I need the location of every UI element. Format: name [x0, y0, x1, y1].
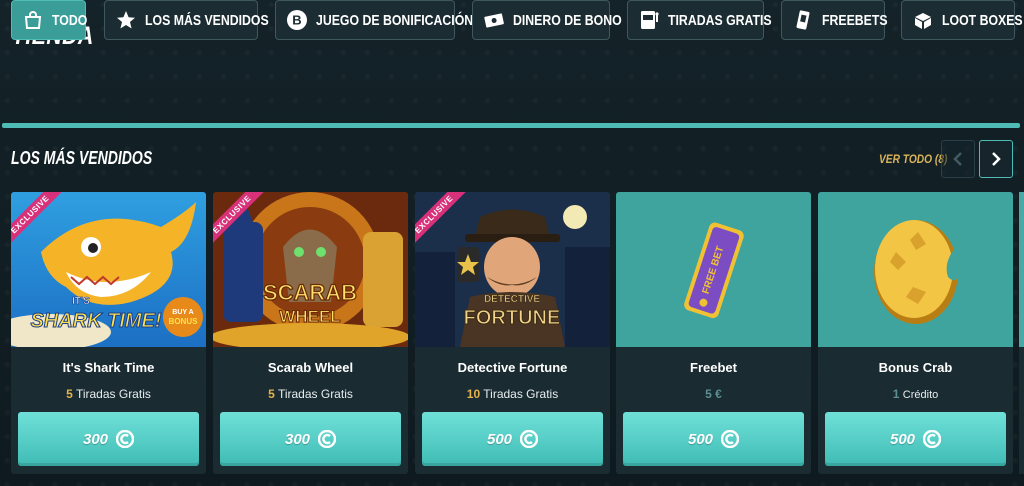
tab-los-mas-vendidos[interactable]: LOS MÁS VENDIDOS	[104, 0, 269, 40]
price-button[interactable]: 500	[623, 412, 804, 466]
card-art-text: SHARK TIME!	[30, 310, 161, 332]
card-art-text: WHEEL	[279, 307, 340, 326]
product-card-shark-time[interactable]: IT'S SHARK TIME! BUY A BONUS EXCLUSIVE I…	[11, 192, 206, 474]
carousel-prev-button[interactable]	[941, 140, 975, 178]
price-value: 500	[687, 430, 714, 448]
tab-tiradas-gratis[interactable]: TIRADAS GRATIS	[627, 0, 772, 40]
chevron-left-icon	[953, 152, 962, 166]
card-reward: 5 €	[616, 387, 811, 401]
card-art-text: BUY A	[172, 309, 193, 316]
star-icon	[115, 9, 137, 31]
card-name: It's Shark Time	[62, 360, 155, 375]
card-image-bonus-crab	[818, 192, 1013, 347]
tab-label: JUEGO DE BONIFICACIÓN	[316, 11, 474, 29]
price-button[interactable]: 300	[18, 412, 199, 466]
reward-unit: Crédito	[902, 389, 939, 401]
reward-amount: 5	[66, 387, 73, 401]
svg-text:B: B	[292, 13, 301, 28]
reward-unit: Tiradas Gratis	[75, 387, 151, 401]
card-name: Detective Fortune	[457, 360, 568, 375]
card-reward: 10 Tiradas Gratis	[415, 387, 610, 401]
see-all-link[interactable]: VER TODO (8)	[879, 152, 947, 166]
card-image-freebet: FREE BET	[616, 192, 811, 347]
product-card-detective-fortune[interactable]: DETECTIVE FORTUNE EXCLUSIVE Detective Fo…	[415, 192, 610, 474]
box-icon	[912, 9, 934, 31]
freebet-ticket-icon: FREE BET	[684, 222, 744, 319]
card-art-text: IT'S	[72, 296, 90, 307]
coin-icon	[520, 430, 539, 448]
next-card-peek-image	[1019, 192, 1024, 347]
section-title: LOS MÁS VENDIDOS	[11, 148, 153, 168]
reward-amount: 5 €	[705, 387, 722, 401]
price-button[interactable]: 500	[422, 412, 603, 466]
reward-unit: Tiradas Gratis	[483, 387, 559, 401]
tab-freebets[interactable]: FREEBETS	[781, 0, 888, 40]
tab-label: LOOT BOXES	[942, 11, 1023, 29]
card-name: Scarab Wheel	[267, 360, 354, 375]
card-image-shark-time: IT'S SHARK TIME! BUY A BONUS EXCLUSIVE	[11, 192, 206, 347]
card-reward: 1 Crédito	[818, 387, 1013, 401]
tab-label: LOS MÁS VENDIDOS	[145, 11, 269, 29]
tab-todo[interactable]: TODO	[11, 0, 88, 40]
card-art-text: BONUS	[169, 317, 199, 326]
ticket-icon	[792, 9, 814, 31]
price-button[interactable]: 500	[825, 412, 1006, 466]
card-name: Freebet	[690, 360, 737, 375]
card-reward: 5 Tiradas Gratis	[11, 387, 206, 401]
bonus-b-icon: B	[286, 9, 308, 31]
tab-label: TODO	[52, 11, 88, 29]
tab-underline	[2, 123, 1020, 128]
tab-dinero-de-bono[interactable]: DINERO DE BONO	[472, 0, 622, 40]
card-image-scarab-wheel: SCARAB WHEEL EXCLUSIVE	[213, 192, 408, 347]
price-value: 500	[486, 430, 513, 448]
shopping-bag-icon	[22, 9, 44, 31]
product-card-scarab-wheel[interactable]: SCARAB WHEEL EXCLUSIVE Scarab Wheel 5 Ti…	[213, 192, 408, 474]
reward-amount: 5	[268, 387, 275, 401]
card-reward: 5 Tiradas Gratis	[213, 387, 408, 401]
tab-loot-boxes[interactable]: LOOT BOXES	[901, 0, 1023, 40]
chevron-right-icon	[992, 152, 1001, 166]
slot-machine-icon	[638, 9, 660, 31]
card-art-text: DETECTIVE	[484, 294, 540, 305]
carousel-next-button[interactable]	[979, 140, 1013, 178]
coin-icon	[116, 430, 135, 448]
card-art-text: SCARAB	[263, 280, 357, 305]
coin-icon	[923, 430, 942, 448]
product-card-bonus-crab[interactable]: Bonus Crab 1 Crédito 500	[818, 192, 1013, 474]
banknote-icon	[483, 9, 505, 31]
product-card-freebet[interactable]: FREE BET Freebet 5 € 500	[616, 192, 811, 474]
price-value: 300	[284, 430, 311, 448]
gold-coin-icon	[874, 220, 960, 324]
coin-icon	[318, 430, 337, 448]
tab-label: DINERO DE BONO	[513, 11, 622, 29]
card-art-text: FORTUNE	[464, 307, 561, 329]
card-name: Bonus Crab	[878, 360, 953, 375]
price-value: 300	[82, 430, 109, 448]
price-value: 500	[889, 430, 916, 448]
reward-amount: 10	[466, 387, 481, 401]
reward-unit: Tiradas Gratis	[277, 387, 353, 401]
tab-label: FREEBETS	[822, 11, 888, 29]
tab-label: TIRADAS GRATIS	[668, 11, 772, 29]
card-image-detective-fortune: DETECTIVE FORTUNE EXCLUSIVE	[415, 192, 610, 347]
price-button[interactable]: 300	[220, 412, 401, 466]
coin-icon	[721, 430, 740, 448]
tab-juego-de-bonificacion[interactable]: B JUEGO DE BONIFICACIÓN	[275, 0, 473, 40]
reward-amount: 1	[892, 387, 900, 401]
